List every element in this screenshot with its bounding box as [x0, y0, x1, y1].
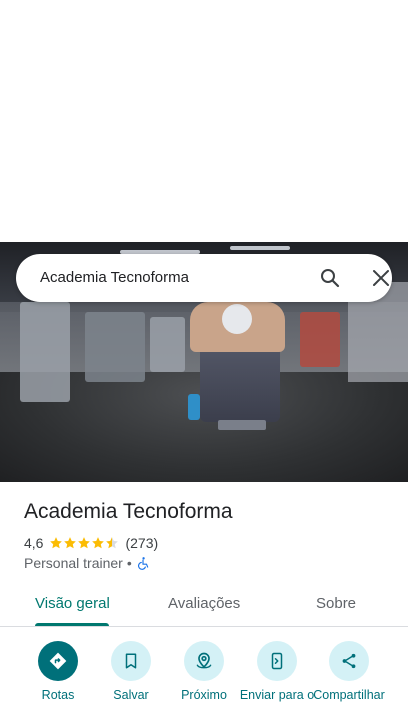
search-bar[interactable]: Academia Tecnoforma: [16, 254, 392, 302]
rating-value: 4,6: [24, 535, 44, 551]
tab-overview[interactable]: Visão geral: [35, 595, 110, 612]
directions-button-circle[interactable]: [38, 641, 78, 681]
rating-row[interactable]: 4,6 (273): [24, 535, 158, 551]
place-title: Academia Tecnoforma: [24, 500, 233, 523]
review-count[interactable]: (273): [125, 535, 158, 551]
share-label: Compartilhar: [313, 688, 385, 702]
share-button[interactable]: Compartilhar: [304, 641, 394, 703]
category-separator: •: [126, 555, 132, 571]
star-rating: [49, 536, 119, 550]
tab-about[interactable]: Sobre: [316, 595, 356, 612]
blank-top-area: [0, 0, 408, 242]
wheelchair-icon: [137, 557, 148, 570]
save-button-circle[interactable]: [111, 641, 151, 681]
star-icon: [78, 537, 91, 549]
star-icon: [92, 537, 105, 549]
close-icon[interactable]: [369, 266, 393, 290]
photo-bottle: [188, 394, 200, 420]
send-to-phone-button-circle[interactable]: [257, 641, 297, 681]
directions-icon: [49, 652, 67, 670]
photo-machine: [150, 317, 185, 372]
share-icon: [342, 653, 356, 669]
category-row: Personal trainer •: [24, 555, 150, 571]
action-bar: Rotas Salvar Próximo Enviar para o Compa…: [0, 641, 408, 724]
photo-shirt: [222, 304, 252, 334]
nearby-button-circle[interactable]: [184, 641, 224, 681]
star-icon: [64, 537, 77, 549]
photo-bench-leg: [218, 420, 266, 430]
category-label: Personal trainer: [24, 555, 123, 571]
search-input[interactable]: Academia Tecnoforma: [40, 269, 189, 286]
nearby-icon: [196, 652, 212, 669]
photo-person-background: [300, 312, 340, 367]
tab-reviews[interactable]: Avaliações: [168, 595, 240, 612]
photo-machine: [85, 312, 145, 382]
tab-bar: Visão geral Avaliações Sobre: [0, 585, 408, 627]
photo-machine: [20, 302, 70, 402]
search-icon[interactable]: [318, 266, 342, 290]
tab-indicator: [35, 623, 109, 626]
photo-light: [230, 246, 290, 250]
star-icon: [50, 537, 63, 549]
bookmark-icon: [125, 653, 137, 669]
share-button-circle[interactable]: [329, 641, 369, 681]
send-to-phone-icon: [271, 652, 283, 670]
half-star-icon: [106, 537, 119, 549]
